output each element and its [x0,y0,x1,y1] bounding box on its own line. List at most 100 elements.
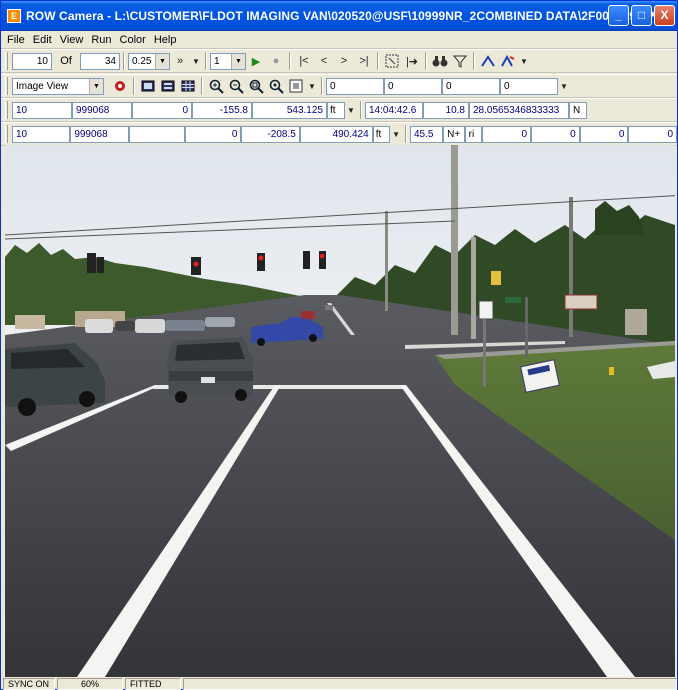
grid-select-icon[interactable] [382,52,402,70]
draw-line-icon[interactable] [478,52,498,70]
blank-field[interactable] [128,125,186,143]
separator [133,77,135,95]
distance-field[interactable]: -155.8 [192,101,252,119]
measurement-toolbar: 10 999068 0 -208.5 490.424 ft ▼ 45.5 N+ … [1,122,678,146]
chevron-down-icon[interactable]: ▼ [345,101,357,119]
of-label: Of [60,55,72,67]
value-field-1[interactable]: 0 [482,125,532,143]
menu-edit[interactable]: Edit [33,34,52,46]
section-field[interactable]: 10 [12,101,72,119]
next-frame-button[interactable]: > [334,52,354,70]
last-frame-button[interactable]: >| [354,52,374,70]
chevron-down-icon[interactable]: ▼ [558,77,570,95]
distance-field-2[interactable]: -208.5 [241,125,300,143]
sync-status: SYNC ON [3,678,55,690]
roadway-image[interactable] [5,145,675,677]
separator [404,125,407,143]
n-plus-field[interactable]: N+ [443,125,465,143]
ri-field[interactable]: ri [464,125,483,143]
filter-icon[interactable] [450,52,470,70]
goto-icon[interactable]: |➜ [402,52,422,70]
milepost-field[interactable]: 543.125 [252,101,327,119]
speed-value: 0.25 [132,55,152,67]
roadway-id-field[interactable]: 999068 [72,101,132,119]
chevron-down-icon[interactable]: ▼ [155,53,169,69]
grid-view-icon[interactable] [178,77,198,95]
toolbar-grip[interactable] [5,52,8,70]
fit-status: FITTED [125,678,181,690]
zoom-fit-icon[interactable] [246,77,266,95]
value-field-3[interactable]: 0 [579,125,629,143]
chevron-down-icon[interactable]: ▼ [89,78,103,94]
single-view-icon[interactable] [138,77,158,95]
toolbar-grip[interactable] [5,125,8,143]
menu-run[interactable]: Run [91,34,111,46]
offset-field-2[interactable]: 0 [185,125,242,143]
title-bar[interactable]: E ROW Camera - L:\CUSTOMER\FLDOT IMAGING… [1,1,677,31]
separator [377,52,379,70]
chevron-down-icon[interactable]: ▼ [306,77,318,95]
view-field-1[interactable]: 0 [326,77,384,95]
direction-field[interactable]: N [569,101,587,119]
menu-bar: File Edit View Run Color Help [1,32,677,49]
roadway-photo-drawing [5,145,675,677]
toolbar-grip[interactable] [5,101,8,119]
previous-frame-button[interactable]: < [314,52,334,70]
chevron-down-icon[interactable]: ▼ [190,52,202,70]
menu-color[interactable]: Color [120,34,146,46]
offset-field[interactable]: 0 [132,101,192,119]
draw-multi-line-icon[interactable] [498,52,518,70]
separator [205,52,207,70]
chevron-down-icon[interactable]: ▼ [231,53,245,69]
view-mode-select[interactable]: Image View ▼ [12,77,104,95]
menu-file[interactable]: File [7,34,25,46]
fast-forward-icon[interactable]: » [170,52,190,70]
separator [473,52,475,70]
chevron-down-icon[interactable]: ▼ [390,125,402,143]
value-field-2[interactable]: 0 [531,125,580,143]
section-field-2[interactable]: 10 [11,125,71,143]
separator [289,52,291,70]
roadway-id-field-2[interactable]: 999068 [70,125,129,143]
milepost-field-2[interactable]: 490.424 [299,125,373,143]
speed-field[interactable]: 10.8 [423,101,469,119]
unit-label: ft [327,101,345,119]
zoom-in-icon[interactable] [206,77,226,95]
maximize-button[interactable]: □ [631,5,652,26]
toolbar-grip[interactable] [5,77,8,95]
status-extra [183,678,677,690]
minimize-button[interactable]: _ [608,5,629,26]
menu-view[interactable]: View [60,34,84,46]
frame-select-icon[interactable] [286,77,306,95]
step-select[interactable]: 1 ▼ [210,52,246,70]
unit-label-2: ft [372,125,391,143]
view-field-3[interactable]: 0 [442,77,500,95]
chevron-down-icon[interactable]: ▼ [518,52,530,70]
play-icon[interactable]: ▶ [246,52,266,70]
binoculars-icon[interactable] [430,52,450,70]
view-mode-value: Image View [16,80,69,92]
camera-icon[interactable] [110,77,130,95]
view-field-2[interactable]: 0 [384,77,442,95]
menu-help[interactable]: Help [154,34,177,46]
status-bar: SYNC ON 60% FITTED [1,678,677,690]
speed-select[interactable]: 0.25 ▼ [128,52,170,70]
first-frame-button[interactable]: |< [294,52,314,70]
split-view-icon[interactable] [158,77,178,95]
frame-number-field[interactable]: 10 [12,52,52,70]
step-value: 1 [214,55,220,67]
stop-icon[interactable]: ● [266,52,286,70]
latitude-field[interactable]: 28.0565346833333 [469,101,569,119]
zoom-actual-icon[interactable] [266,77,286,95]
app-icon: E [7,9,21,23]
view-toolbar: Image View ▼ ▼ 0 0 0 0 ▼ [1,74,677,98]
close-button[interactable]: X [654,5,675,26]
view-field-4[interactable]: 0 [500,77,558,95]
zoom-status: 60% [57,678,123,690]
navigation-toolbar: 10 Of 34 0.25 ▼ » ▼ 1 ▼ ▶ ● |< < > >| |➜ [1,49,677,73]
value-field-4[interactable]: 0 [628,125,678,143]
frame-total-field: 34 [80,52,120,70]
zoom-out-icon[interactable] [226,77,246,95]
angle-field[interactable]: 45.5 [409,125,444,143]
time-field[interactable]: 14:04:42.6 [365,101,423,119]
